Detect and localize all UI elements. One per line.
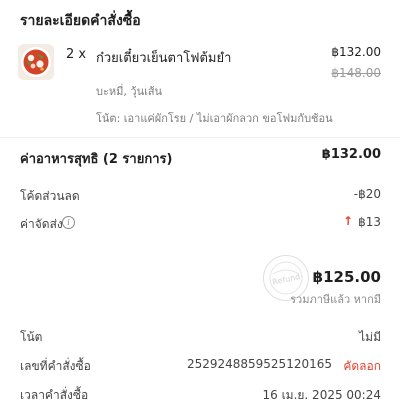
info-icon[interactable]: i (62, 216, 75, 229)
item-original-price: ฿148.00 (331, 66, 381, 80)
order-note-value: ไม่มี (359, 330, 381, 344)
item-options: บะหมี่, วุ้นเส้น (96, 85, 163, 98)
total-value: ฿125.00 (312, 268, 381, 286)
tax-note: รวมภาษีแล้ว หากมี (290, 293, 381, 306)
copy-button[interactable]: คัดลอก (343, 357, 381, 376)
food-thumbnail-image (18, 44, 54, 80)
order-time-label: เวลาคำสั่งซื้อ (20, 388, 89, 402)
order-id-label: เลขที่คำสั่งซื้อ (20, 359, 91, 373)
delivery-label: ค่าจัดส่ง (20, 217, 63, 231)
svg-text:Refund: Refund (272, 272, 301, 287)
subtotal-value: ฿132.00 (321, 147, 381, 162)
subtotal-label: ค่าอาหารสุทธิ (2 รายการ) (20, 152, 173, 167)
order-id-value: 2529248859525120165 (186, 357, 332, 371)
divider (0, 137, 400, 138)
order-time-value: 16 เม.ย. 2025 00:24 (262, 388, 381, 402)
item-quantity: 2 x (66, 47, 87, 62)
item-price: ฿132.00 (331, 45, 381, 59)
section-title: รายละเอียดคำสั่งซื้อ (20, 13, 141, 29)
item-name: ก๋วยเตี๋ยวเย็นตาโฟต้มยำ (96, 51, 232, 66)
delivery-value: ฿13 (358, 215, 381, 229)
discount-value: -฿20 (353, 187, 381, 201)
up-arrow-icon: ↑ (342, 214, 353, 228)
discount-label: โค้ดส่วนลด (20, 189, 80, 203)
order-note-label: โน้ต (20, 330, 43, 344)
item-note: โน้ต: เอาแค่ผักโรย / ไม่เอาผักลวก ขอโฟมก… (96, 112, 333, 125)
